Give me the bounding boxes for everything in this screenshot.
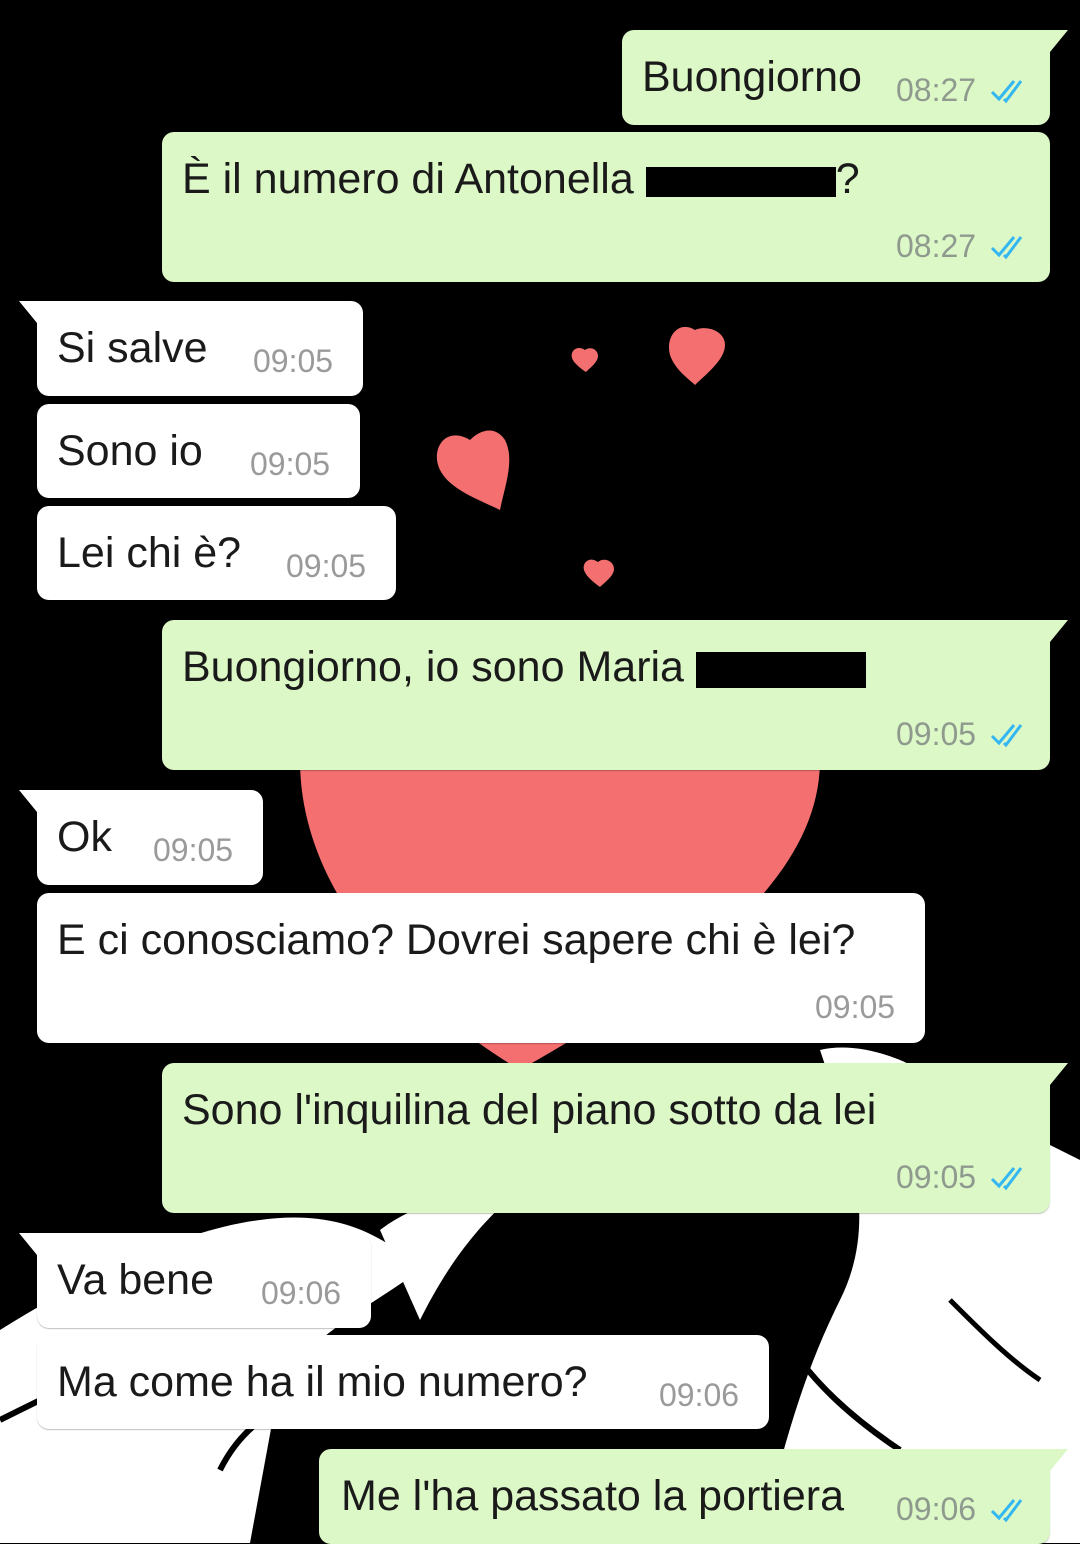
- message-text: E ci conosciamo? Dovrei sapere chi è lei…: [57, 916, 856, 964]
- outgoing-message-bubble[interactable]: È il numero di Antonella ? 08:27: [162, 132, 1050, 282]
- message-timestamp: 09:05: [286, 548, 367, 584]
- message-timestamp: 09:05: [896, 716, 977, 752]
- message-timestamp: 09:05: [253, 343, 334, 379]
- read-receipt-icon: [990, 236, 1023, 260]
- message-timestamp: 09:05: [153, 832, 234, 868]
- read-receipt-icon: [990, 1167, 1023, 1191]
- incoming-message-bubble[interactable]: Ok 09:05: [19, 790, 263, 885]
- outgoing-message-bubble[interactable]: Me l'ha passato la portiera 09:06: [319, 1449, 1068, 1544]
- read-receipt-icon: [990, 80, 1023, 104]
- message-timestamp: 09:06: [261, 1275, 342, 1311]
- message-text: Me l'ha passato la portiera: [341, 1472, 844, 1520]
- incoming-message-bubble[interactable]: Ma come ha il mio numero? 09:06: [37, 1335, 769, 1429]
- message-timestamp: 08:27: [896, 228, 977, 264]
- outgoing-message-bubble[interactable]: Sono l'inquilina del piano sotto da lei …: [162, 1063, 1068, 1213]
- incoming-message-bubble[interactable]: Sono io 09:05: [37, 404, 360, 498]
- outgoing-message-bubble[interactable]: Buongiorno 08:27: [622, 30, 1068, 125]
- message-text: Sono io: [57, 427, 203, 475]
- message-text: Buongiorno, io sono Maria: [182, 646, 866, 689]
- incoming-message-bubble[interactable]: Si salve 09:05: [19, 301, 363, 396]
- incoming-message-bubble[interactable]: Lei chi è? 09:05: [37, 506, 396, 600]
- message-text: Ok: [57, 813, 112, 861]
- redacted-text: [695, 651, 866, 688]
- message-text: Buongiorno: [642, 53, 862, 101]
- message-timestamp: 09:05: [896, 1159, 977, 1195]
- message-text: Va bene: [57, 1256, 215, 1304]
- message-text: È il numero di Antonella ?: [182, 155, 860, 203]
- message-timestamp: 08:27: [896, 72, 977, 108]
- read-receipt-icon: [990, 724, 1023, 748]
- outgoing-message-bubble[interactable]: Buongiorno, io sono Maria 09:05: [162, 620, 1068, 770]
- redacted-text: [645, 166, 836, 197]
- incoming-message-bubble[interactable]: Va bene 09:06: [19, 1233, 371, 1328]
- message-text: Sono l'inquilina del piano sotto da lei: [182, 1086, 877, 1134]
- message-timestamp: 09:06: [659, 1377, 740, 1413]
- message-timestamp: 09:05: [250, 446, 331, 482]
- message-text: Ma come ha il mio numero?: [57, 1358, 588, 1406]
- message-timestamp: 09:06: [896, 1491, 977, 1527]
- incoming-message-bubble[interactable]: E ci conosciamo? Dovrei sapere chi è lei…: [37, 893, 925, 1043]
- message-text: Si salve: [57, 324, 208, 372]
- message-timestamp: 09:05: [815, 989, 896, 1025]
- message-text: Lei chi è?: [57, 529, 242, 577]
- read-receipt-icon: [990, 1499, 1023, 1523]
